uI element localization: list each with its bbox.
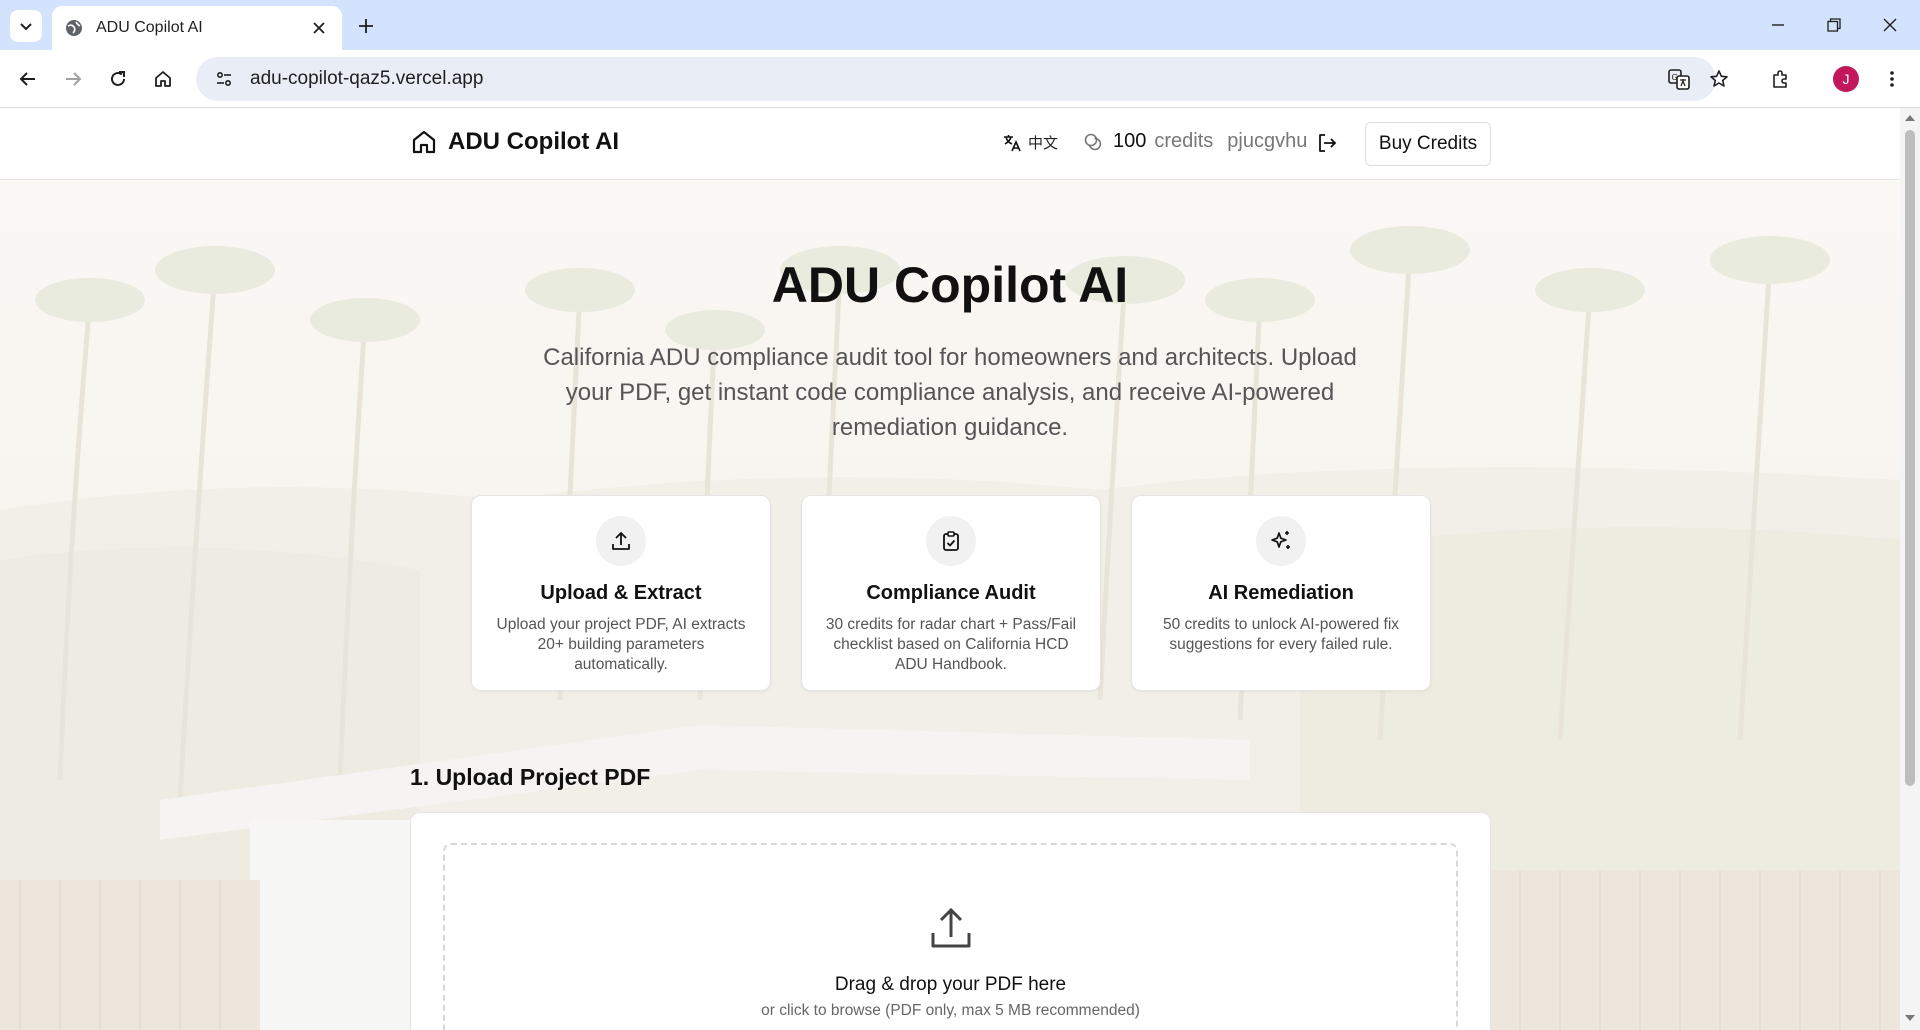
- back-button[interactable]: [11, 62, 45, 96]
- feature-card-ai-remediation: AI Remediation 50 credits to unlock AI-p…: [1131, 495, 1431, 691]
- username: pjucgvhu: [1227, 130, 1308, 152]
- feature-title: Compliance Audit: [866, 582, 1036, 604]
- home-icon: [155, 71, 171, 87]
- tab-search-button[interactable]: [10, 10, 42, 42]
- credits-display: 100 credits pjucgvhu: [1083, 130, 1307, 153]
- scroll-up-arrow-icon[interactable]: [1904, 112, 1916, 122]
- feature-title: Upload & Extract: [540, 582, 702, 604]
- upload-panel: Drag & drop your PDF here or click to br…: [410, 812, 1491, 1030]
- restore-button[interactable]: [1806, 0, 1862, 50]
- clipboard-check-icon: [943, 531, 959, 551]
- pdf-dropzone[interactable]: Drag & drop your PDF here or click to br…: [443, 843, 1458, 1030]
- feature-description: 30 credits for radar chart + Pass/Fail c…: [825, 616, 1077, 673]
- restore-icon: [1827, 18, 1841, 32]
- minimize-button[interactable]: [1750, 0, 1806, 50]
- brand-name: ADU Copilot AI: [448, 128, 620, 155]
- home-button[interactable]: [146, 62, 180, 96]
- credits-unit: credits: [1154, 130, 1214, 152]
- dropzone-title: Drag & drop your PDF here: [834, 974, 1067, 995]
- feature-icon-wrapper: [596, 516, 646, 566]
- minimize-icon: [1772, 24, 1784, 26]
- page-viewport: ADU Copilot AI 中文 100 credits pjucgvhu B…: [0, 108, 1900, 1030]
- translate-button[interactable]: G: [1662, 62, 1696, 96]
- forward-icon: [66, 72, 82, 86]
- address-bar[interactable]: adu-copilot-qaz5.vercel.app G: [196, 57, 1728, 101]
- scrollbar-thumb[interactable]: [1905, 130, 1915, 786]
- more-icon: [1890, 71, 1894, 87]
- extensions-icon: [1773, 70, 1787, 88]
- sparkles-icon: [1271, 531, 1290, 549]
- languages-icon: [1004, 134, 1021, 151]
- feature-card-compliance-audit: Compliance Audit 30 credits for radar ch…: [801, 495, 1101, 691]
- site-info-button[interactable]: [204, 59, 244, 99]
- feature-icon-wrapper: [926, 516, 976, 566]
- tab-close-button[interactable]: [308, 17, 330, 39]
- scroll-down-arrow-icon[interactable]: [1904, 1014, 1916, 1024]
- language-toggle-button[interactable]: 中文: [1002, 132, 1058, 153]
- feature-description: Upload your project PDF, AI extracts 20+…: [496, 616, 746, 673]
- brand-link[interactable]: ADU Copilot AI: [410, 128, 619, 156]
- forward-button[interactable]: [56, 62, 90, 96]
- extensions-button[interactable]: [1763, 62, 1797, 96]
- site-info-icon: [216, 71, 232, 87]
- browser-tabstrip: ADU Copilot AI: [0, 0, 1920, 50]
- coins-icon: [1084, 133, 1102, 150]
- back-icon: [19, 72, 35, 86]
- close-window-button[interactable]: [1862, 0, 1918, 50]
- profile-avatar[interactable]: J: [1833, 66, 1859, 92]
- close-window-icon: [1883, 18, 1897, 32]
- browser-toolbar: adu-copilot-qaz5.vercel.app G J: [0, 50, 1920, 108]
- feature-description: 50 credits to unlock AI-powered fix sugg…: [1162, 616, 1400, 653]
- credits-value: 100: [1113, 130, 1147, 152]
- browser-menu-button[interactable]: [1875, 62, 1909, 96]
- new-tab-button[interactable]: [350, 10, 382, 42]
- star-icon: [1710, 70, 1728, 87]
- buy-credits-button[interactable]: Buy Credits: [1365, 122, 1491, 166]
- browser-tab[interactable]: ADU Copilot AI: [52, 6, 342, 50]
- hero-subtitle: California ADU compliance audit tool for…: [543, 344, 1357, 441]
- reload-button[interactable]: [101, 62, 135, 96]
- feature-icon-wrapper: [1256, 516, 1306, 566]
- hero-title: ADU Copilot AI: [771, 257, 1129, 313]
- reload-icon: [111, 71, 125, 86]
- feature-title: AI Remediation: [1208, 582, 1354, 604]
- tab-title: ADU Copilot AI: [96, 19, 203, 36]
- upload-section-title: 1. Upload Project PDF: [410, 764, 651, 790]
- dropzone-hint: or click to browse (PDF only, max 5 MB r…: [761, 1002, 1140, 1019]
- app-header: ADU Copilot AI 中文 100 credits pjucgvhu B…: [0, 108, 1900, 180]
- upload-icon: [612, 531, 630, 550]
- bookmark-button[interactable]: [1702, 62, 1736, 96]
- tab-search-icon: [20, 23, 32, 31]
- plus-icon: [359, 19, 373, 33]
- page-scrollbar[interactable]: [1900, 108, 1920, 1030]
- upload-icon: [931, 907, 970, 948]
- log-out-icon: [1319, 134, 1337, 152]
- logout-button[interactable]: [1316, 132, 1342, 158]
- close-icon: [313, 22, 325, 34]
- globe-icon: [66, 20, 82, 36]
- url-text: adu-copilot-qaz5.vercel.app: [250, 68, 484, 89]
- translate-icon: G: [1668, 69, 1690, 90]
- language-label: 中文: [1028, 135, 1059, 152]
- home-icon: [412, 130, 436, 154]
- feature-card-upload-extract: Upload & Extract Upload your project PDF…: [471, 495, 771, 691]
